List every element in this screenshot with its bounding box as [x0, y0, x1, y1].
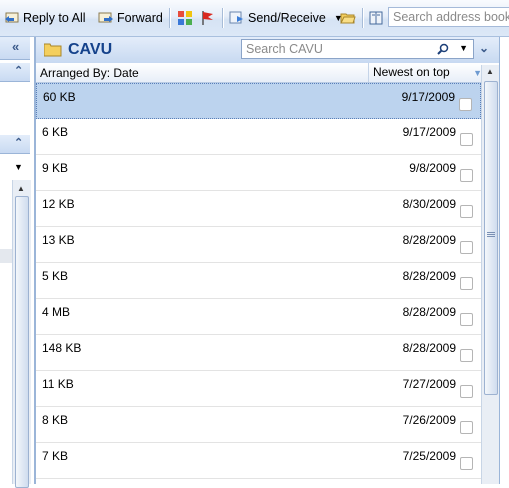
message-date: 9/17/2009 — [402, 125, 456, 139]
nav-selected-item[interactable] — [0, 249, 12, 263]
folder-icon — [44, 43, 62, 57]
message-checkbox[interactable] — [460, 385, 473, 398]
flag-button[interactable] — [200, 9, 219, 27]
collapse-up-icon[interactable]: ⌃ — [14, 64, 23, 77]
collapse-left-icon[interactable]: « — [12, 39, 19, 54]
chevron-down-icon[interactable]: ▼ — [459, 43, 468, 53]
message-size: 8 KB — [42, 413, 69, 427]
message-size: 7 KB — [42, 449, 69, 463]
nav-section-header: ⌃ — [0, 63, 30, 82]
message-size: 9 KB — [42, 161, 69, 175]
message-date: 9/8/2009 — [409, 161, 456, 175]
send-receive-icon — [229, 11, 243, 24]
message-size: 4 MB — [42, 305, 71, 319]
scroll-up-icon[interactable]: ▲ — [17, 184, 25, 193]
toolbar-separator — [362, 8, 364, 28]
folder-header: CAVU Search CAVU ▼ ⌄ — [36, 37, 499, 64]
message-rows: 60 KB 9/17/2009 6 KB 9/17/2009 9 KB 9/8/2009 1… — [36, 83, 481, 479]
message-date: 7/26/2009 — [402, 413, 456, 427]
folder-title: CAVU — [68, 41, 113, 58]
folder-search-input[interactable]: Search CAVU ▼ — [241, 39, 474, 59]
message-list-scroll-thumb[interactable] — [484, 81, 498, 395]
message-row[interactable]: 148 KB 8/28/2009 — [36, 335, 481, 371]
message-checkbox[interactable] — [460, 349, 473, 362]
message-checkbox[interactable] — [460, 205, 473, 218]
message-row[interactable]: 4 MB 8/28/2009 — [36, 299, 481, 335]
reading-pane — [499, 37, 509, 484]
send-receive-label: Send/Receive — [248, 11, 326, 25]
message-row[interactable]: 8 KB 7/26/2009 — [36, 407, 481, 443]
message-date: 8/28/2009 — [402, 269, 456, 283]
message-row[interactable]: 12 KB 8/30/2009 — [36, 191, 481, 227]
message-date: 8/30/2009 — [402, 197, 456, 211]
address-book-search-input[interactable]: Search address books — [388, 7, 509, 27]
nav-scroll-thumb[interactable] — [15, 196, 29, 488]
message-size: 13 KB — [42, 233, 75, 247]
message-size: 148 KB — [42, 341, 82, 355]
reply-all-button[interactable]: Reply to All — [4, 9, 86, 27]
message-list-scrollbar[interactable]: ▲ — [481, 65, 499, 484]
message-checkbox[interactable] — [460, 241, 473, 254]
reply-all-icon — [5, 12, 19, 23]
message-checkbox[interactable] — [460, 313, 473, 326]
message-size: 12 KB — [42, 197, 75, 211]
scroll-up-icon[interactable]: ▲ — [486, 67, 494, 76]
message-row[interactable]: 9 KB 9/8/2009 — [36, 155, 481, 191]
nav-scrollbar[interactable]: ▲ — [12, 180, 31, 488]
toolbar-separator — [222, 8, 224, 28]
folder-open-icon — [340, 13, 356, 24]
reply-all-label: Reply to All — [23, 11, 86, 25]
flag-icon — [202, 11, 213, 25]
message-date: 8/28/2009 — [402, 341, 456, 355]
message-size: 6 KB — [42, 125, 69, 139]
folder-search-placeholder: Search CAVU — [246, 42, 323, 56]
message-checkbox[interactable] — [460, 133, 473, 146]
sort-order-text: Newest on top — [373, 65, 450, 79]
message-date: 8/28/2009 — [402, 305, 456, 319]
arrange-by-label[interactable]: Arranged By: Date — [40, 66, 139, 80]
message-checkbox[interactable] — [460, 457, 473, 470]
message-size: 60 KB — [43, 90, 76, 104]
sort-order-label[interactable]: Newest on top ▼ — [368, 63, 482, 82]
chevron-down-icon[interactable]: ▼ — [14, 162, 23, 172]
navigation-pane: « ⌃ ⌃ ▼ ▲ — [0, 37, 35, 488]
find-folder-button[interactable] — [340, 9, 359, 27]
toolbar: Reply to All Forward Send/Receive ▼ Sear… — [0, 0, 509, 37]
forward-icon — [98, 12, 113, 23]
message-size: 5 KB — [42, 269, 69, 283]
categorize-icon — [178, 11, 192, 25]
message-row[interactable]: 11 KB 7/27/2009 — [36, 371, 481, 407]
nav-pane-header: « — [0, 37, 30, 60]
message-row[interactable]: 7 KB 7/25/2009 — [36, 443, 481, 479]
forward-button[interactable]: Forward — [98, 9, 163, 27]
message-date: 7/27/2009 — [402, 377, 456, 391]
message-checkbox[interactable] — [460, 277, 473, 290]
message-list-pane: CAVU Search CAVU ▼ ⌄ Arranged By: Date N… — [35, 37, 499, 484]
message-checkbox[interactable] — [460, 421, 473, 434]
arrange-by-bar[interactable]: Arranged By: Date Newest on top ▼ — [36, 63, 499, 83]
message-row[interactable]: 6 KB 9/17/2009 — [36, 119, 481, 155]
forward-label: Forward — [117, 11, 163, 25]
address-book-button[interactable] — [368, 9, 387, 27]
search-icon[interactable] — [437, 43, 449, 55]
message-row[interactable]: 5 KB 8/28/2009 — [36, 263, 481, 299]
message-row[interactable]: 13 KB 8/28/2009 — [36, 227, 481, 263]
nav-section-header-2: ⌃ — [0, 135, 30, 154]
collapse-up-icon[interactable]: ⌃ — [14, 136, 23, 149]
categorize-button[interactable] — [177, 9, 196, 27]
message-row[interactable]: 60 KB 9/17/2009 — [36, 83, 481, 119]
message-date: 9/17/2009 — [401, 90, 455, 104]
message-size: 11 KB — [42, 377, 74, 391]
message-checkbox[interactable] — [459, 98, 472, 111]
message-date: 7/25/2009 — [402, 449, 456, 463]
send-receive-button[interactable]: Send/Receive ▼ — [229, 9, 343, 27]
address-book-icon — [369, 11, 383, 25]
expand-down-icon[interactable]: ⌄ — [479, 41, 489, 55]
message-checkbox[interactable] — [460, 169, 473, 182]
toolbar-separator — [169, 8, 171, 28]
message-date: 8/28/2009 — [402, 233, 456, 247]
